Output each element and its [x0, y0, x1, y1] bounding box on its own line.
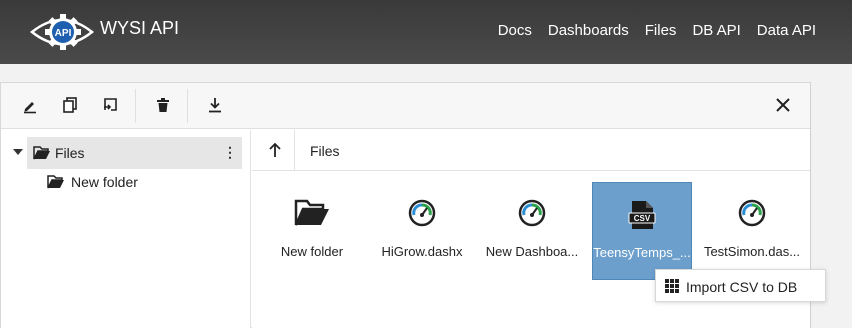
brand-title: WYSI API	[100, 18, 180, 38]
expand-caret-icon[interactable]	[13, 149, 23, 155]
folder-tree: Files ⋮ New folder	[1, 130, 251, 328]
folder-open-icon	[294, 199, 329, 226]
folder-open-icon	[33, 146, 50, 160]
toolbar	[1, 83, 810, 129]
eye-gear-logo-icon[interactable]: API	[29, 10, 95, 54]
delete-button[interactable]	[152, 94, 174, 116]
main-nav: Docs Dashboards Files DB API Data API	[498, 22, 816, 39]
delete-icon	[157, 98, 169, 112]
logo-text: API	[55, 28, 72, 39]
toolbar-divider	[187, 89, 188, 123]
file-name: New Dashboa...	[485, 244, 579, 259]
file-item-testsimon[interactable]: TestSimon.das...	[702, 182, 802, 280]
csv-file-icon: CSV	[628, 201, 656, 229]
close-icon	[776, 98, 790, 112]
rename-button[interactable]	[19, 94, 41, 116]
nav-dashboards[interactable]: Dashboards	[548, 22, 629, 39]
arrow-up-icon	[269, 142, 281, 157]
file-item-higrow[interactable]: HiGrow.dashx	[372, 182, 472, 280]
rename-icon	[24, 102, 36, 114]
toolbar-divider	[135, 89, 136, 123]
file-item-new-folder[interactable]: New folder	[262, 182, 362, 280]
gauge-dashboard-icon	[738, 199, 766, 227]
svg-text:CSV: CSV	[634, 214, 651, 223]
move-button[interactable]	[100, 94, 122, 116]
nav-data-api[interactable]: Data API	[757, 22, 816, 39]
gauge-dashboard-icon	[408, 199, 436, 227]
nav-db-api[interactable]: DB API	[692, 22, 740, 39]
file-name: HiGrow.dashx	[381, 244, 463, 259]
more-options-icon[interactable]: ⋮	[223, 144, 237, 161]
tree-item-label: New folder	[71, 174, 138, 190]
tree-item-new-folder[interactable]: New folder	[47, 171, 237, 195]
table-grid-icon	[665, 279, 679, 293]
copy-button[interactable]	[59, 94, 81, 116]
move-icon	[104, 98, 117, 111]
nav-files[interactable]: Files	[645, 22, 677, 39]
file-name: TeensyTemps_...	[593, 245, 691, 260]
file-name: New folder	[280, 244, 344, 259]
close-button[interactable]	[772, 94, 794, 116]
download-button[interactable]	[204, 94, 226, 116]
context-menu-import-csv[interactable]: Import CSV to DB	[655, 269, 826, 302]
path-bar: Files	[252, 130, 810, 171]
download-icon	[209, 98, 221, 113]
file-item-teensytemps[interactable]: CSV TeensyTemps_...	[592, 182, 692, 280]
copy-icon	[63, 97, 77, 113]
gauge-dashboard-icon	[518, 199, 546, 227]
top-navigation-bar: API WYSI API Docs Dashboards Files DB AP…	[0, 0, 852, 64]
folder-open-icon	[47, 175, 64, 189]
file-item-new-dashboard[interactable]: New Dashboa...	[482, 182, 582, 280]
tree-item-files[interactable]: Files ⋮	[27, 137, 242, 169]
up-directory-button[interactable]	[266, 141, 284, 159]
file-grid: New folder HiGrow.dashx New Dashboa... C…	[252, 172, 810, 328]
path-divider	[294, 130, 295, 170]
file-name: TestSimon.das...	[703, 244, 801, 259]
context-menu-label: Import CSV to DB	[686, 279, 798, 295]
tree-item-label: Files	[55, 145, 85, 161]
current-path: Files	[310, 143, 340, 159]
nav-docs[interactable]: Docs	[498, 22, 532, 39]
